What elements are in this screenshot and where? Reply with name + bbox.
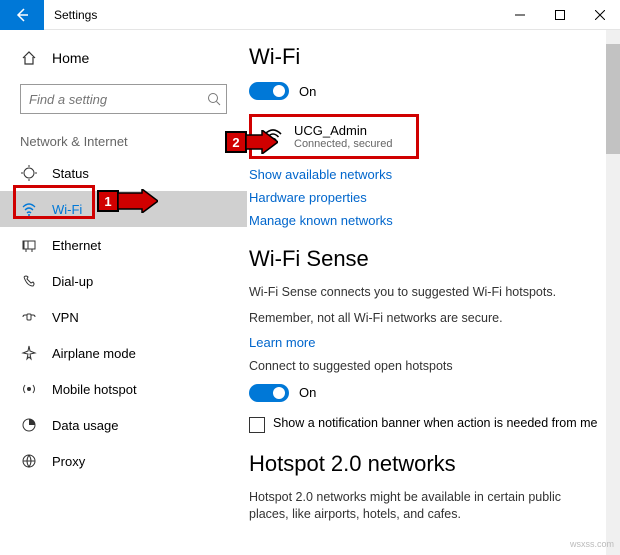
minimize-button[interactable] [500,0,540,30]
network-ssid: UCG_Admin [294,123,392,138]
search-field[interactable] [29,92,207,107]
sidebar-item-ethernet[interactable]: Ethernet [0,227,247,263]
show-available-link[interactable]: Show available networks [249,167,602,182]
sidebar-item-dialup[interactable]: Dial-up [0,263,247,299]
hotspot2-heading: Hotspot 2.0 networks [249,451,602,477]
hardware-properties-link[interactable]: Hardware properties [249,190,602,205]
sidebar-item-proxy[interactable]: Proxy [0,443,247,479]
proxy-icon [20,453,38,469]
sidebar-item-label: Wi-Fi [52,202,82,217]
open-hotspot-toggle-label: On [299,385,316,400]
dialup-icon [20,273,38,289]
open-hotspot-toggle-row: On [249,384,602,402]
minimize-icon [515,10,525,20]
home-icon [20,50,38,66]
notification-checkbox[interactable] [249,417,265,433]
sidebar-item-status[interactable]: Status [0,155,247,191]
watermark: wsxss.com [570,539,614,549]
datausage-icon [20,417,38,433]
annotation-2: 2 [225,131,247,153]
sidebar-item-label: Status [52,166,89,181]
arrow-left-icon [14,7,30,23]
wifi-icon [20,201,38,217]
close-button[interactable] [580,0,620,30]
annotation-1: 1 [97,190,119,212]
sidebar-item-label: Ethernet [52,238,101,253]
connect-open-label: Connect to suggested open hotspots [249,358,602,376]
sidebar-item-label: Proxy [52,454,85,469]
sense-text-1: Wi-Fi Sense connects you to suggested Wi… [249,284,602,302]
titlebar: Settings [0,0,620,30]
status-icon [20,165,38,181]
window-title: Settings [54,8,97,22]
open-hotspot-toggle[interactable] [249,384,289,402]
wifi-heading: Wi-Fi [249,44,602,70]
wifi-toggle-row: On [249,82,602,100]
network-status: Connected, secured [294,138,392,150]
maximize-button[interactable] [540,0,580,30]
notification-checkbox-label: Show a notification banner when action i… [273,416,598,430]
hotspot-icon [20,381,38,397]
scrollbar-thumb[interactable] [606,44,620,154]
sidebar-item-label: Data usage [52,418,119,433]
hotspot2-text: Hotspot 2.0 networks might be available … [249,489,602,524]
manage-known-link[interactable]: Manage known networks [249,213,602,228]
sidebar-item-hotspot[interactable]: Mobile hotspot [0,371,247,407]
sidebar-item-label: Mobile hotspot [52,382,137,397]
sense-text-2: Remember, not all Wi-Fi networks are sec… [249,310,602,328]
category-label: Network & Internet [0,124,247,155]
close-icon [595,10,605,20]
vpn-icon [20,309,38,325]
sidebar-item-label: VPN [52,310,79,325]
annotation-2-arrow [246,130,278,154]
search-input[interactable] [20,84,227,114]
sidebar-item-vpn[interactable]: VPN [0,299,247,335]
sidebar-item-label: Dial-up [52,274,93,289]
sidebar-item-datausage[interactable]: Data usage [0,407,247,443]
home-label: Home [52,50,89,66]
wifi-toggle[interactable] [249,82,289,100]
airplane-icon [20,345,38,361]
learn-more-link[interactable]: Learn more [249,335,602,350]
home-button[interactable]: Home [0,42,247,74]
sidebar: Home Network & Internet Status Wi-Fi Eth… [0,30,247,555]
search-icon [207,92,221,106]
sidebar-item-label: Airplane mode [52,346,136,361]
back-button[interactable] [0,0,44,30]
notification-checkbox-row[interactable]: Show a notification banner when action i… [249,416,602,433]
maximize-icon [555,10,565,20]
content-container: Home Network & Internet Status Wi-Fi Eth… [0,30,620,555]
main-panel: Wi-Fi On UCG_Admin Connected, secured Sh… [247,30,620,555]
annotation-1-arrow [118,189,158,213]
ethernet-icon [20,237,38,253]
wifi-sense-heading: Wi-Fi Sense [249,246,602,272]
sidebar-item-airplane[interactable]: Airplane mode [0,335,247,371]
vertical-scrollbar[interactable] [606,30,620,555]
wifi-toggle-label: On [299,84,316,99]
